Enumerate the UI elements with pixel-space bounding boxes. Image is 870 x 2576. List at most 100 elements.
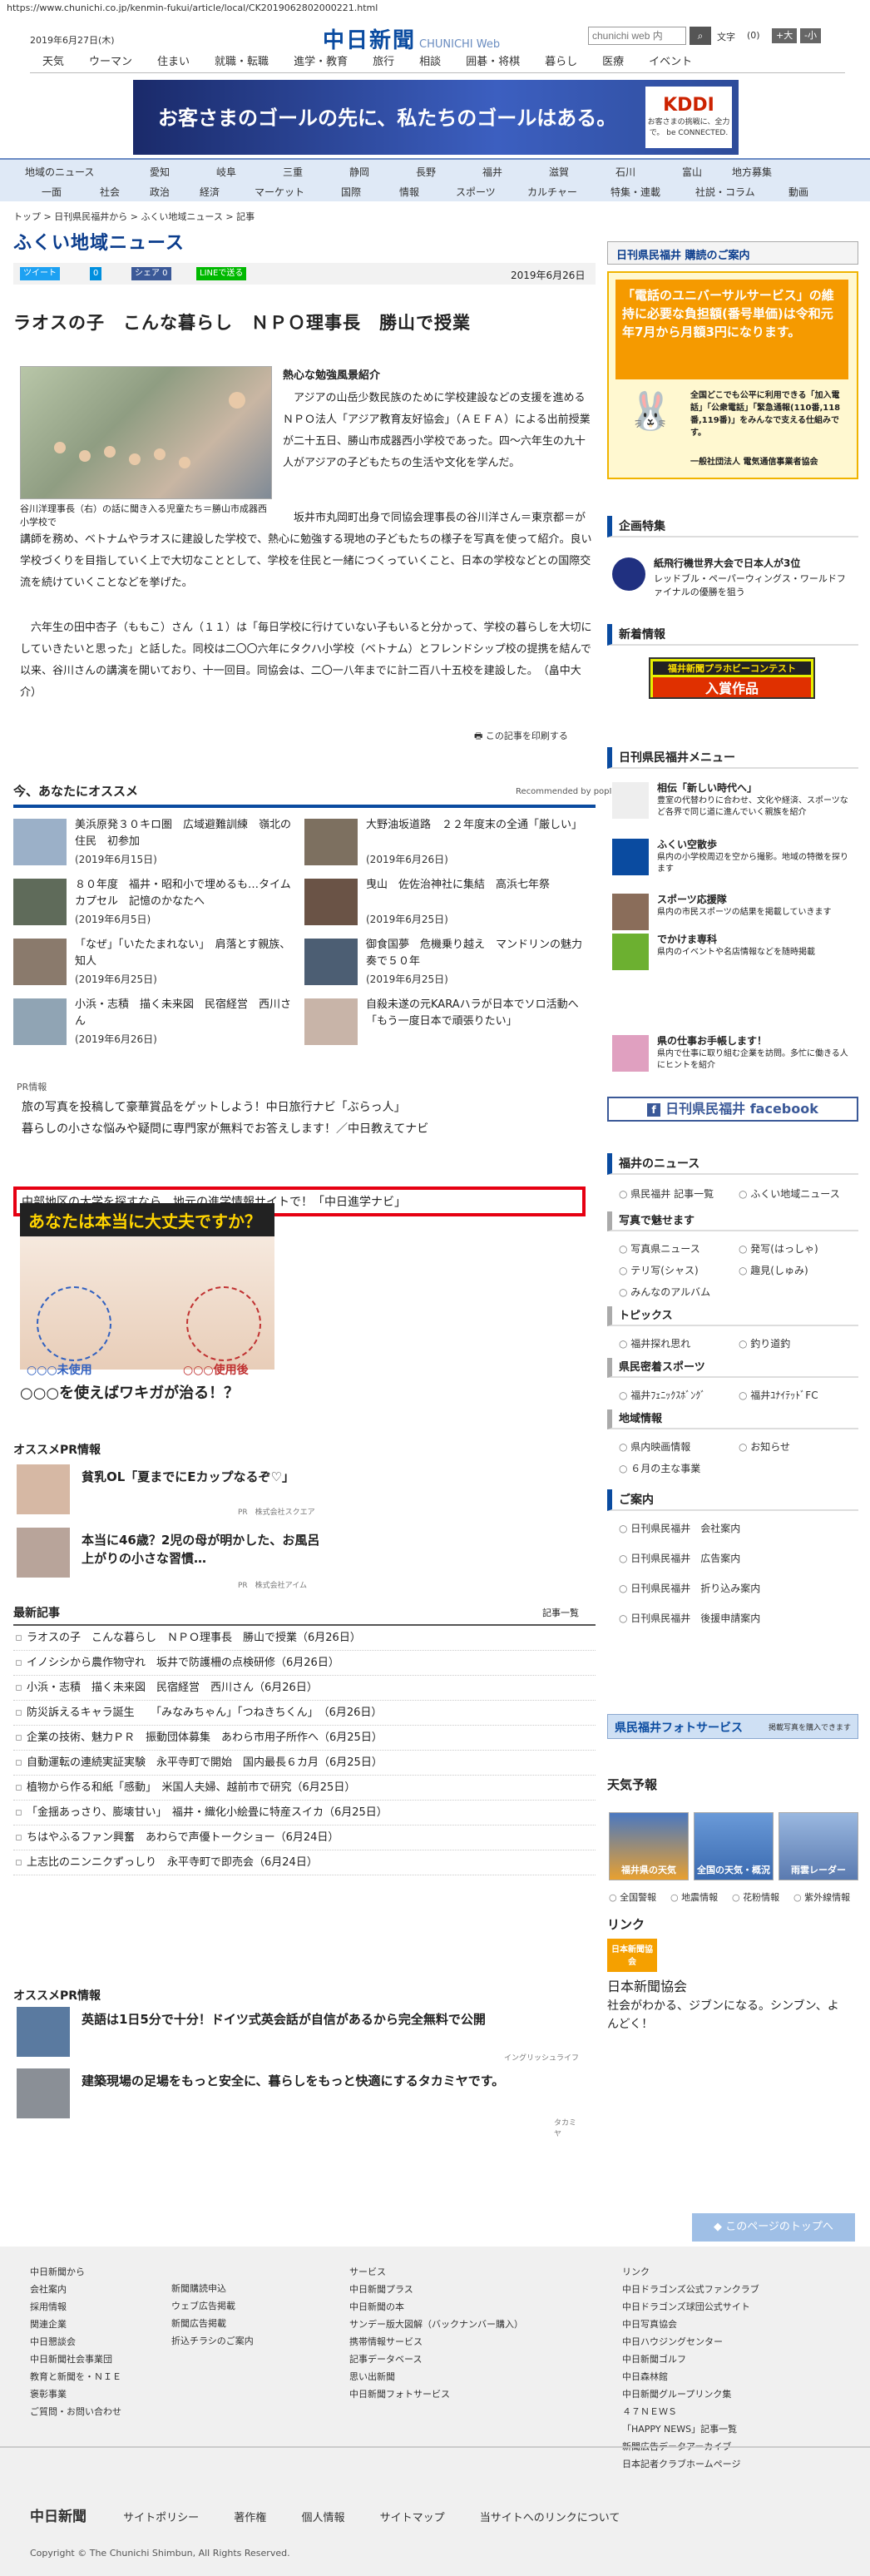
subnav-item[interactable]: 三重 <box>283 165 303 179</box>
side-link[interactable]: みんなのアルバム <box>619 1285 710 1299</box>
gnav-item[interactable]: 旅行 <box>373 52 394 73</box>
footer-link[interactable]: 中日写真協会 <box>622 2316 759 2333</box>
footer-bar-link[interactable]: サイトマップ <box>380 2512 445 2524</box>
gnav-item[interactable]: 暮らし <box>545 52 577 73</box>
menu-item[interactable]: 県の仕事お手帳します！ 県内で仕事に取り組む企業を訪問。多忙に働きる人にヒントを紹… <box>607 1032 858 1078</box>
side-link[interactable]: 日刊県民福井 会社案内 <box>619 1521 740 1535</box>
side-link[interactable]: 紫外線情報 <box>793 1890 850 1904</box>
footer-link[interactable]: 携帯情報サービス <box>349 2333 523 2351</box>
subnav-item[interactable]: 社会 <box>100 185 120 199</box>
article-list-link[interactable]: 記事一覧 <box>542 1606 579 1619</box>
recommend-item[interactable]: 御食国夢 危機乗り越え マンドリンの魅力奏で５０年 (2019年6月25日) <box>304 935 587 990</box>
footer-link[interactable]: 褒彰事業 <box>30 2385 121 2403</box>
recommend-item[interactable]: 大野油坂道路 ２２年度末の全通「厳しい」 (2019年6月26日) <box>304 815 587 870</box>
subnav-item[interactable]: 富山 <box>682 165 702 179</box>
footer-link[interactable]: ウェブ広告掲載 <box>171 2297 254 2315</box>
footer-bar-link[interactable]: サイトポリシー <box>123 2512 199 2524</box>
footer-link[interactable]: 中日ドラゴンズ球団公式サイト <box>622 2298 759 2316</box>
footer-link[interactable]: 思い出新聞 <box>349 2368 523 2385</box>
side-link[interactable]: 趣見(しゅみ) <box>739 1263 808 1277</box>
subscribe-header[interactable]: 日刊県民福井 購読のご案内 <box>607 241 858 265</box>
side-link[interactable]: 地震情報 <box>670 1890 718 1904</box>
footer-link[interactable]: 中日新聞フォトサービス <box>349 2385 523 2403</box>
weather-fukui-button[interactable]: 福井県の天気 <box>609 1812 689 1880</box>
font-bigger-button[interactable]: +大 <box>772 28 798 43</box>
recommend-item[interactable]: 小浜・志積 描く未来図 民宿経営 西川さん (2019年6月26日) <box>13 995 296 1050</box>
footer-link[interactable]: 中日新聞プラス <box>349 2281 523 2298</box>
photo-service-banner[interactable]: 県民福井フォトサービス 掲載写真を購入できます <box>607 1714 858 1739</box>
subnav-item[interactable]: 政治 <box>150 185 170 199</box>
subnav-item[interactable]: スポーツ <box>456 185 496 199</box>
subscribe-ad[interactable]: 「電話のユニバーサルサービス」の維持に必要な負担額(番号単価)は令和元年7月から… <box>607 271 858 479</box>
footer-link[interactable]: 「HAPPY NEWS」記事一覧 <box>622 2420 759 2438</box>
footer-link[interactable]: 関連企業 <box>30 2316 121 2333</box>
side-link[interactable]: 写真県ニュース <box>619 1241 699 1256</box>
side-link[interactable]: 日刊県民福井 広告案内 <box>619 1551 740 1565</box>
gnav-item[interactable]: 囲碁・将棋 <box>466 52 520 73</box>
subnav-item[interactable]: 静岡 <box>349 165 369 179</box>
side-link[interactable]: 発写(はっしゃ) <box>739 1241 818 1256</box>
subnav-item[interactable]: 地方募集 <box>732 165 772 179</box>
footer-link[interactable]: ご質問・お問い合わせ <box>30 2403 121 2420</box>
recommend-item[interactable]: ８０年度 福井・昭和小で埋めるも…タイムカプセル 記憶のかなたへ (2019年6月… <box>13 875 296 930</box>
footer-link[interactable]: 新聞広告掲載 <box>171 2315 254 2332</box>
kddi-banner-ad[interactable]: お客さまのゴールの先に、私たちのゴールはある。 KDDI お客さまの挑戦に、全力で… <box>133 80 739 155</box>
footer-link[interactable]: 採用情報 <box>30 2298 121 2316</box>
latest-item[interactable]: イノシシから農作物守れ 坂井で防護柵の点検研修（6月26日） <box>13 1651 596 1676</box>
menu-item[interactable]: ふくい空散歩 県内の小学校周辺を空から撮影。地域の特徴を探ります <box>607 835 858 882</box>
latest-item[interactable]: 上志比のニンニクずっしり 永平寺町で即売会（6月24日） <box>13 1850 596 1875</box>
footer-bar-link[interactable]: 著作権 <box>234 2512 266 2524</box>
subnav-item[interactable]: 岐阜 <box>216 165 236 179</box>
site-logo[interactable]: 中日新聞 CHUNICHI Web <box>323 23 500 54</box>
subnav-item[interactable]: 地域のニュース <box>25 165 94 179</box>
subnav-item[interactable]: 福井 <box>482 165 502 179</box>
facebook-share-button[interactable]: シェア 0 <box>131 267 171 280</box>
footer-link[interactable]: 中日新聞の本 <box>349 2298 523 2316</box>
footer-link[interactable]: 中日新聞社会事業団 <box>30 2351 121 2368</box>
gnav-item[interactable]: 進学・教育 <box>294 52 348 73</box>
footer-link[interactable]: 新聞購読申込 <box>171 2280 254 2297</box>
weather-national-button[interactable]: 全国の天気・概況 <box>694 1812 774 1880</box>
press-association-logo[interactable]: 日本新聞協会 <box>607 1939 657 1972</box>
latest-item[interactable]: 小浜・志積 描く未来図 民宿経営 西川さん（6月26日） <box>13 1676 596 1701</box>
subnav-item[interactable]: 滋賀 <box>549 165 569 179</box>
subnav-item[interactable]: 一面 <box>42 185 62 199</box>
side-link[interactable]: 福井ﾕﾅｲﾃｯﾄﾞFC <box>739 1388 818 1402</box>
footer-bar-link[interactable]: 当サイトへのリンクについて <box>480 2512 620 2524</box>
footer-link[interactable]: 中日ドラゴンズ公式ファンクラブ <box>622 2281 759 2298</box>
ad-caption[interactable]: ○○○を使えばワキガが治る！？ <box>20 1381 239 1403</box>
footer-link[interactable]: 中日懇談会 <box>30 2333 121 2351</box>
subnav-item[interactable]: 石川 <box>615 165 635 179</box>
hatena-button[interactable]: 0 <box>90 267 102 280</box>
rain-radar-button[interactable]: 雨雲レーダー <box>779 1812 858 1880</box>
pr-link[interactable]: 旅の写真を投稿して豪華賞品をゲットしよう！中日旅行ナビ「ぶらっ人」 <box>22 1098 406 1115</box>
search-icon[interactable]: ⌕ <box>690 27 711 45</box>
side-link[interactable]: テリ写(シャス) <box>619 1263 698 1277</box>
side-link[interactable]: 福井探れ思れ <box>619 1336 690 1350</box>
subnav-item[interactable]: 長野 <box>416 165 436 179</box>
latest-item[interactable]: 自動運転の連続実証実験 永平寺町で開始 国内最長６カ月（6月25日） <box>13 1751 596 1776</box>
footer-link[interactable]: 教育と新聞を・ＮＩＥ <box>30 2368 121 2385</box>
press-association-name[interactable]: 日本新聞協会 <box>607 1975 687 1995</box>
kikaku-item[interactable]: 紙飛行機世界大会で日本人が3位 レッドブル・ペーパーウィングス・ワールドファイナ… <box>607 552 858 602</box>
recommend-item[interactable]: 「なぜ」「いたたまれない」 肩落とす親族、知人 (2019年6月25日) <box>13 935 296 990</box>
side-link[interactable]: 日刊県民福井 後援申請案内 <box>619 1611 760 1625</box>
subnav-item[interactable]: 特集・連載 <box>610 185 660 199</box>
footer-link[interactable]: 中日新聞ゴルフ <box>622 2351 759 2368</box>
breadcrumb[interactable]: トップ > 日刊県民福井から > ふくい地域ニュース > 記事 <box>13 210 255 223</box>
gnav-item[interactable]: 天気 <box>42 52 64 73</box>
menu-item[interactable]: でかけま専科 県内のイベントや名店情報などを随時掲載 <box>607 930 858 977</box>
search-input[interactable] <box>588 27 686 45</box>
line-share-button[interactable]: LINEで送る <box>196 267 247 280</box>
side-link[interactable]: 全国警報 <box>609 1890 656 1904</box>
side-link[interactable]: 県内映画情報 <box>619 1439 690 1454</box>
gnav-item[interactable]: 医療 <box>602 52 624 73</box>
subnav-item[interactable]: カルチャー <box>527 185 577 199</box>
article-photo[interactable] <box>20 366 272 499</box>
subnav-item[interactable]: 社説・コラム <box>695 185 755 199</box>
side-link[interactable]: ふくい地域ニュース <box>739 1186 839 1201</box>
menu-item[interactable]: 相伝「新しい時代へ」 豊室の代替わりに合わせ、文化や経済、スポーツなど各界で同じ道… <box>607 779 858 825</box>
gnav-item[interactable]: 就職・転職 <box>215 52 269 73</box>
footer-link[interactable]: 日本記者クラブホームページ <box>622 2455 759 2473</box>
print-link[interactable]: 🖶 この記事を印刷する <box>474 729 568 745</box>
